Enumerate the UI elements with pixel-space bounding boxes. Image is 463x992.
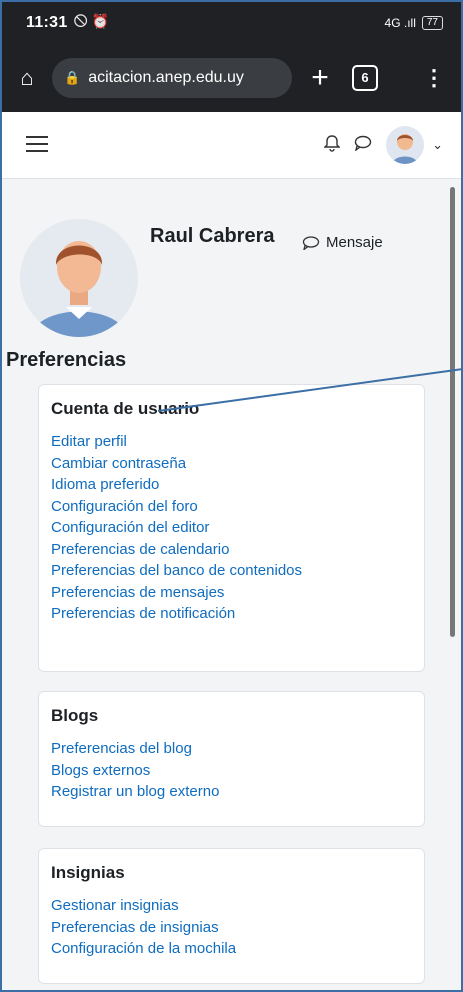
address-text: acitacion.anep.edu.uy (88, 69, 244, 86)
profile-avatar (20, 219, 138, 337)
address-bar[interactable]: 🔒 acitacion.anep.edu.uy (52, 58, 292, 98)
battery-icon: 77 (421, 16, 443, 30)
status-notification-icons: 🛇 ⏰ (73, 13, 110, 29)
link-register-external-blog[interactable]: Registrar un blog externo (51, 781, 412, 803)
screenshot-frame: 11:31 🛇 ⏰ 4G .ıll 77 ⌂ 🔒 acitacion.anep.… (0, 0, 463, 992)
chat-icon (302, 235, 320, 250)
url-toolbar: ⌂ 🔒 acitacion.anep.edu.uy + 6 ⋮ (2, 56, 461, 100)
status-bar: 11:31 🛇 ⏰ 4G .ıll 77 (26, 10, 443, 36)
message-label: Mensaje (326, 234, 383, 251)
link-calendar-preferences[interactable]: Preferencias de calendario (51, 539, 412, 561)
card-blogs: Blogs Preferencias del blog Blogs extern… (38, 691, 425, 827)
bell-icon[interactable] (323, 134, 341, 157)
hamburger-icon[interactable] (26, 136, 48, 152)
link-backpack-settings[interactable]: Configuración de la mochila (51, 938, 412, 960)
link-preferred-language[interactable]: Idioma preferido (51, 474, 412, 496)
status-right: 4G .ıll 77 (385, 16, 443, 30)
link-notification-preferences[interactable]: Preferencias de notificación (51, 603, 412, 625)
site-navbar: ⌄ (2, 112, 461, 179)
card-user-account: Cuenta de usuario Editar perfil Cambiar … (38, 384, 425, 672)
browser-menu-icon[interactable]: ⋮ (423, 65, 445, 91)
card-badges: Insignias Gestionar insignias Preferenci… (38, 848, 425, 984)
status-time: 11:31 (26, 14, 68, 31)
link-manage-badges[interactable]: Gestionar insignias (51, 895, 412, 917)
card-title: Blogs (51, 706, 99, 725)
page-title: Preferencias (6, 349, 127, 371)
card-title: Cuenta de usuario (51, 399, 200, 418)
card-title: Insignias (51, 863, 125, 882)
link-edit-profile[interactable]: Editar perfil (51, 431, 412, 453)
profile-name: Raul Cabrera (150, 225, 275, 247)
browser-chrome: 11:31 🛇 ⏰ 4G .ıll 77 ⌂ 🔒 acitacion.anep.… (2, 2, 461, 112)
link-blog-preferences[interactable]: Preferencias del blog (51, 738, 412, 760)
home-icon[interactable]: ⌂ (2, 65, 52, 91)
new-tab-button[interactable]: + (292, 61, 348, 95)
lock-icon: 🔒 (64, 70, 81, 85)
link-editor-settings[interactable]: Configuración del editor (51, 517, 412, 539)
scrollbar[interactable] (450, 187, 455, 637)
chevron-down-icon[interactable]: ⌄ (432, 137, 443, 153)
chat-icon[interactable] (354, 135, 372, 156)
navbar-actions: ⌄ (323, 126, 443, 164)
tab-switcher-button[interactable]: 6 (352, 65, 378, 91)
link-content-bank-preferences[interactable]: Preferencias del banco de contenidos (51, 560, 412, 582)
link-badge-preferences[interactable]: Preferencias de insignias (51, 917, 412, 939)
link-change-password[interactable]: Cambiar contraseña (51, 453, 412, 475)
link-forum-settings[interactable]: Configuración del foro (51, 496, 412, 518)
user-avatar-menu[interactable] (386, 126, 425, 164)
link-external-blogs[interactable]: Blogs externos (51, 760, 412, 782)
signal-icon: 4G .ıll (384, 16, 416, 30)
page-content: Raul Cabrera Mensaje Preferencias Cuenta… (2, 179, 461, 990)
link-message-preferences[interactable]: Preferencias de mensajes (51, 582, 412, 604)
message-button[interactable]: Mensaje (302, 234, 383, 251)
